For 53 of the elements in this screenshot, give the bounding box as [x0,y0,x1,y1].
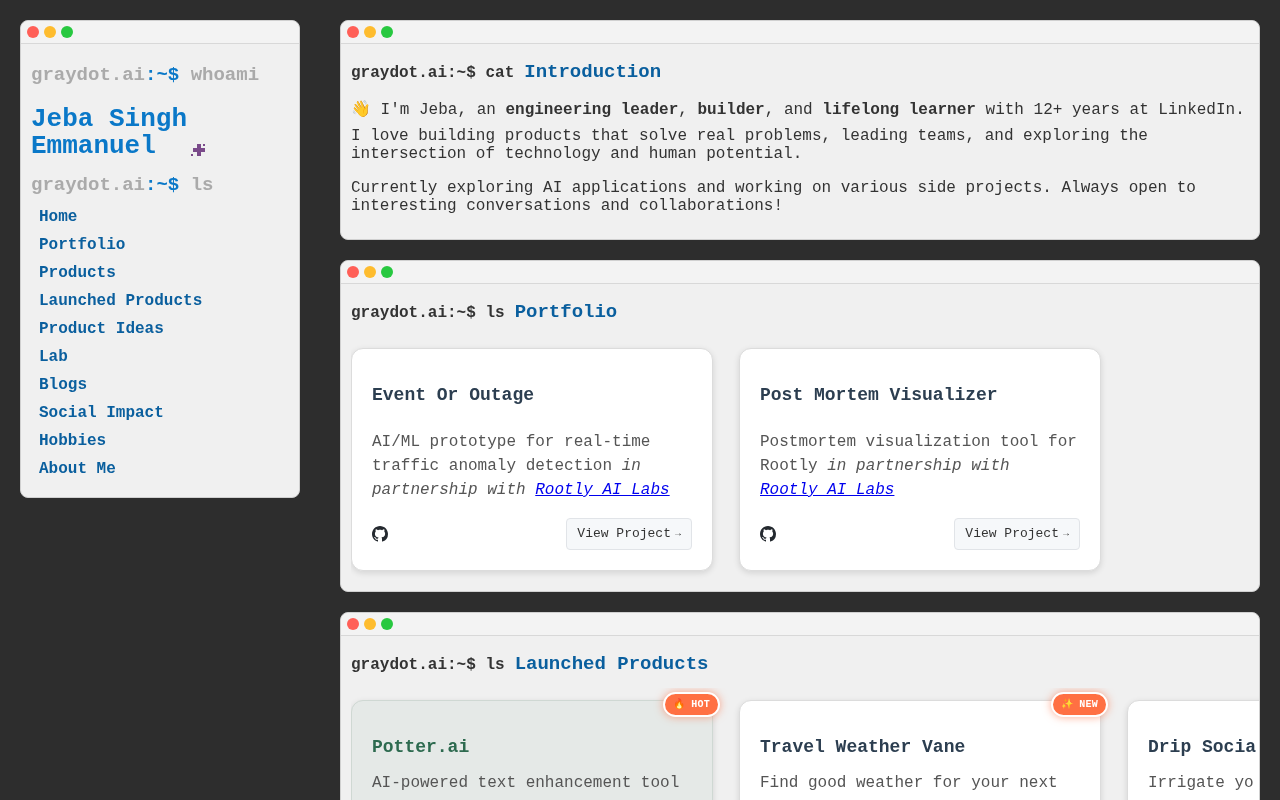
zoom-button[interactable] [381,26,393,38]
view-project-button[interactable]: View Project → [566,518,692,550]
nav-link[interactable]: Blogs [39,371,87,399]
nav-link[interactable]: Home [39,203,78,231]
intro-paragraph: Currently exploring AI applications and working on various side projects. Always open to interesting conversations and collaborations! [351,178,1197,215]
section-title: Portfolio [514,299,618,325]
prompt: graydot.ai:~$ ls [351,302,505,324]
close-button[interactable] [347,265,359,278]
card-title: Event Or Outage [372,384,536,407]
partner-link[interactable]: Rootly AI Labs [535,481,670,499]
nav-link[interactable]: Launched Products [39,287,203,315]
card-title: Post Mortem Visualizer [760,384,999,407]
prompt: graydot.ai:~$ ls [31,172,215,198]
minimize-button[interactable] [364,265,376,278]
card-description: Irrigate yo [1148,773,1255,794]
close-button[interactable] [27,26,39,38]
prompt: graydot.ai:~$ cat [351,63,515,84]
zoom-button[interactable] [381,617,393,630]
card-title: Drip Socia [1148,736,1258,759]
card-title: Travel Weather Vane [760,736,967,759]
zoom-button[interactable] [381,265,393,278]
nav-link[interactable]: Products [39,259,116,287]
close-button[interactable] [347,617,359,630]
minimize-button[interactable] [364,26,376,38]
nav-link[interactable]: Portfolio [39,231,126,259]
card-description: Find good weather for your next [760,773,1059,794]
minimize-button[interactable] [364,617,376,630]
section-title: Introduction [524,60,662,85]
nav-link[interactable]: Lab [39,343,68,371]
github-icon[interactable] [372,525,388,542]
badge: ✨ NEW [1050,692,1108,717]
nav-link[interactable]: Social Impact [39,399,164,427]
github-icon[interactable] [760,525,776,542]
nav-link[interactable]: Hobbies [39,427,107,455]
card-description: AI/ML prototype for real-time traffic anomaly detection in partnership with Rootly AI Labs [372,432,671,501]
card-description: AI-powered text enhancement tool [372,773,681,794]
prompt: graydot.ai:~$ ls [351,654,505,676]
sparkle-icon [191,141,207,158]
nav-link[interactable]: Product Ideas [39,315,164,343]
intro-paragraph: 👋 I'm Jeba, an engineering leader, builder, and lifelong learner with 12+ years at LinkedIn. [351,100,1246,119]
user-name: Jeba Singh Emmanuel [31,105,189,160]
intro-paragraph: I love building products that solve real problems, leading teams, and exploring the intersection of technology and human potential. [351,126,1149,163]
section-title: Launched Products [514,651,709,677]
card-title: Potter.ai [372,736,471,759]
badge: 🔥 HOT [662,692,720,717]
card-description: Postmortem visualization tool for Rootly in partnership with Rootly AI Labs [760,432,1078,501]
close-button[interactable] [347,26,359,38]
view-project-button[interactable]: View Project → [954,518,1080,550]
partner-link[interactable]: Rootly AI Labs [760,481,895,499]
prompt: graydot.ai:~$ whoami [31,63,261,88]
minimize-button[interactable] [44,26,56,38]
nav-link[interactable]: About Me [39,455,116,483]
zoom-button[interactable] [61,26,73,38]
